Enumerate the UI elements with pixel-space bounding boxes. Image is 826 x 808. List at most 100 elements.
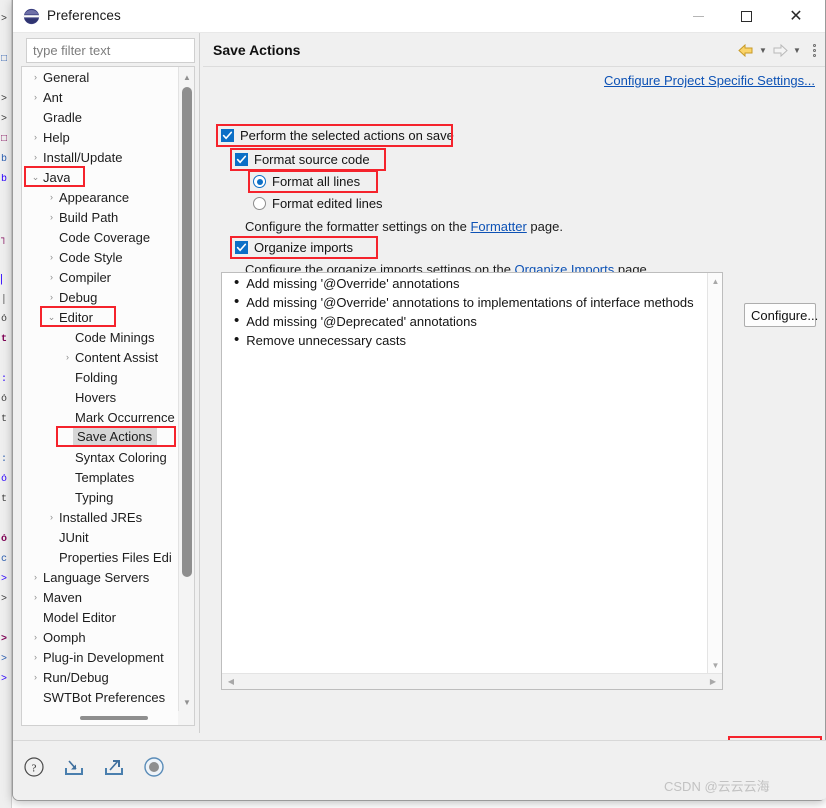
sidebar-item-code-coverage[interactable]: Code Coverage <box>22 227 179 247</box>
sidebar-item-swtbot-preferences[interactable]: SWTBot Preferences <box>22 687 179 707</box>
sidebar-item-general[interactable]: › General <box>22 67 179 87</box>
chevron-right-icon[interactable]: › <box>46 272 57 282</box>
sidebar-item-help[interactable]: › Help <box>22 127 179 147</box>
perform-on-save-checkbox-row[interactable]: Perform the selected actions on save <box>221 128 454 143</box>
sidebar-item-content-assist[interactable]: › Content Assist <box>22 347 179 367</box>
list-item[interactable]: • Add missing '@Deprecated' annotations <box>222 313 706 333</box>
organize-imports-checkbox-row[interactable]: Organize imports <box>235 240 353 255</box>
sidebar-item-code-style[interactable]: › Code Style <box>22 247 179 267</box>
preference-tree[interactable]: › General › Ant Gradle › Help › Install/Update ⌄ J… <box>21 66 195 726</box>
list-vertical-scrollbar[interactable]: ▲ ▼ <box>707 273 722 674</box>
sidebar-item-install-update[interactable]: › Install/Update <box>22 147 179 167</box>
chevron-right-icon[interactable]: › <box>30 72 41 82</box>
back-history-caret-icon[interactable]: ▼ <box>758 46 768 55</box>
tree-scroll-thumb[interactable] <box>182 87 192 577</box>
chevron-right-icon[interactable]: › <box>46 212 57 222</box>
chevron-right-icon[interactable]: › <box>46 252 57 262</box>
chevron-right-icon[interactable]: › <box>30 152 41 162</box>
sidebar-item-typing[interactable]: Typing <box>22 487 179 507</box>
search-input[interactable] <box>26 38 195 63</box>
formatter-link[interactable]: Formatter <box>470 219 526 234</box>
scroll-up-icon[interactable]: ▲ <box>708 274 723 289</box>
sidebar-item-syntax-coloring[interactable]: Syntax Coloring <box>22 447 179 467</box>
sidebar-item-properties-files-edi[interactable]: Properties Files Edi <box>22 547 179 567</box>
format-source-code-checkbox-row[interactable]: Format source code <box>235 152 370 167</box>
tree-vertical-scrollbar[interactable]: ▲ ▼ <box>178 67 194 712</box>
format-edited-lines-radio-row[interactable]: Format edited lines <box>253 196 383 211</box>
tree-horizontal-scrollbar[interactable] <box>22 711 179 725</box>
sidebar-item-junit[interactable]: JUnit <box>22 527 179 547</box>
footer-icon-group: ? <box>21 754 167 780</box>
additional-actions-list[interactable]: • Add missing '@Override' annotations • Add… <box>221 272 723 690</box>
sidebar-item-debug[interactable]: › Debug <box>22 287 179 307</box>
sidebar-item-java[interactable]: ⌄ Java <box>22 166 179 187</box>
scroll-left-icon[interactable]: ◀ <box>223 674 239 689</box>
maximize-button[interactable] <box>723 0 769 33</box>
view-menu-icon[interactable] <box>809 43 819 57</box>
export-icon[interactable] <box>101 754 127 780</box>
chevron-right-icon[interactable]: › <box>30 592 41 602</box>
chevron-right-icon[interactable]: › <box>46 292 57 302</box>
radio-selected-icon[interactable] <box>253 175 266 188</box>
chevron-right-icon[interactable]: › <box>30 92 41 102</box>
sidebar-item-oomph[interactable]: › Oomph <box>22 627 179 647</box>
scroll-down-icon[interactable]: ▼ <box>179 694 194 710</box>
chevron-right-icon[interactable]: › <box>30 672 41 682</box>
chevron-right-icon[interactable]: › <box>46 512 57 522</box>
title-separator <box>203 66 825 67</box>
sidebar-item-code-minings[interactable]: Code Minings <box>22 327 179 347</box>
sidebar-item-maven[interactable]: › Maven <box>22 587 179 607</box>
configure-button[interactable]: Configure... <box>744 303 818 327</box>
list-item[interactable]: • Add missing '@Override' annotations <box>222 275 706 295</box>
forward-arrow-icon[interactable] <box>771 41 789 59</box>
sidebar-item-label: Typing <box>75 489 114 505</box>
checkbox-checked-icon[interactable] <box>221 129 234 142</box>
minimize-button[interactable] <box>675 0 721 33</box>
sidebar-item-plug-in-development[interactable]: › Plug-in Development <box>22 647 179 667</box>
import-icon[interactable] <box>61 754 87 780</box>
chevron-right-icon[interactable]: › <box>46 192 57 202</box>
sidebar-item-mark-occurrence[interactable]: Mark Occurrence <box>22 407 179 427</box>
list-horizontal-scrollbar[interactable]: ◀ ▶ <box>222 673 722 689</box>
list-item-label: Add missing '@Override' annotations <box>246 276 460 291</box>
back-arrow-icon[interactable] <box>737 41 755 59</box>
chevron-right-icon[interactable]: › <box>30 572 41 582</box>
radio-unselected-icon[interactable] <box>253 197 266 210</box>
sidebar-item-folding[interactable]: Folding <box>22 367 179 387</box>
sidebar-item-editor[interactable]: ⌄ Editor <box>22 306 179 327</box>
sidebar-item-model-editor[interactable]: Model Editor <box>22 607 179 627</box>
sidebar-item-language-servers[interactable]: › Language Servers <box>22 567 179 587</box>
sidebar-item-gradle[interactable]: Gradle <box>22 107 179 127</box>
help-icon[interactable]: ? <box>21 754 47 780</box>
chevron-right-icon[interactable]: › <box>62 352 73 362</box>
chevron-right-icon[interactable]: › <box>30 632 41 642</box>
sidebar-item-label: Maven <box>43 589 83 605</box>
list-item[interactable]: • Remove unnecessary casts <box>222 332 706 352</box>
sidebar-item-installed-jres[interactable]: › Installed JREs <box>22 507 179 527</box>
chevron-right-icon[interactable]: › <box>30 132 41 142</box>
sidebar-item-run-debug[interactable]: › Run/Debug <box>22 667 179 687</box>
checkbox-checked-icon[interactable] <box>235 153 248 166</box>
sidebar-item-ant[interactable]: › Ant <box>22 87 179 107</box>
tree-scroll-area: › General › Ant Gradle › Help › Install/Update ⌄ J… <box>22 67 179 712</box>
scroll-down-icon[interactable]: ▼ <box>708 658 723 673</box>
sidebar-item-label: Help <box>43 129 70 145</box>
close-button[interactable]: ✕ <box>773 0 819 33</box>
configure-project-specific-settings-link[interactable]: Configure Project Specific Settings... <box>604 73 815 88</box>
sidebar-item-compiler[interactable]: › Compiler <box>22 267 179 287</box>
tree-hscroll-thumb[interactable] <box>80 716 148 720</box>
list-item[interactable]: • Add missing '@Override' annotations to … <box>222 294 706 314</box>
format-all-lines-radio-row[interactable]: Format all lines <box>253 174 360 189</box>
forward-history-caret-icon[interactable]: ▼ <box>792 46 802 55</box>
sidebar-item-build-path[interactable]: › Build Path <box>22 207 179 227</box>
sidebar-item-label: Build Path <box>59 209 119 225</box>
chevron-right-icon[interactable]: › <box>30 652 41 662</box>
scroll-up-icon[interactable]: ▲ <box>179 69 194 85</box>
record-icon[interactable] <box>141 754 167 780</box>
scroll-right-icon[interactable]: ▶ <box>705 674 721 689</box>
sidebar-item-hovers[interactable]: Hovers <box>22 387 179 407</box>
checkbox-checked-icon[interactable] <box>235 241 248 254</box>
sidebar-item-templates[interactable]: Templates <box>22 467 179 487</box>
sidebar-item-save-actions[interactable]: Save Actions <box>22 426 179 447</box>
sidebar-item-appearance[interactable]: › Appearance <box>22 187 179 207</box>
